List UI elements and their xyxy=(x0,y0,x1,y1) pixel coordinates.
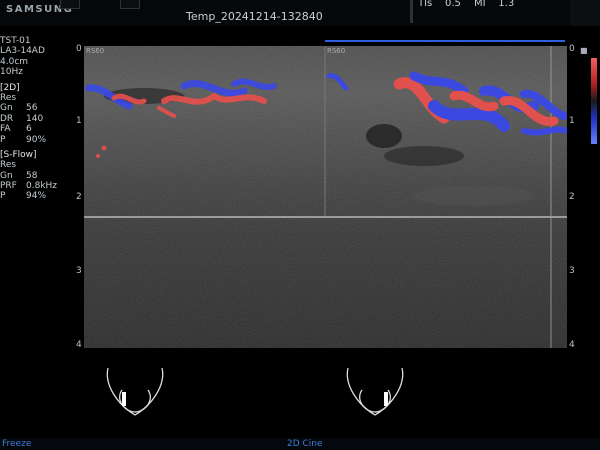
param-dr: DR 140 xyxy=(0,113,44,124)
divider xyxy=(410,0,413,23)
ultrasound-image[interactable]: RS60 RS60 xyxy=(84,46,567,348)
param-fa: FA 6 xyxy=(0,124,32,135)
right-panel-label: RS60 xyxy=(327,47,345,55)
scan-parameters: TST-01 LA3-14AD 4.0cm 10Hz [2D] Res Gn 56… xyxy=(0,36,80,202)
color-flow-bar xyxy=(591,58,597,144)
cine-status[interactable]: 2D Cine xyxy=(287,439,323,449)
mi-readout: MI 1.3 xyxy=(474,0,515,9)
tis-readout: TIs 0.5 xyxy=(418,0,461,9)
param-line: 10Hz xyxy=(0,67,23,78)
body-marker-right[interactable] xyxy=(340,360,410,420)
status-bar: Freeze 2D Cine xyxy=(0,438,600,450)
section-sflow: [S-Flow] xyxy=(0,149,37,160)
tab-icon[interactable] xyxy=(120,0,140,9)
active-panel-indicator xyxy=(325,40,565,42)
left-panel-label: RS60 xyxy=(86,47,104,55)
param-gn-flow: Gn 58 xyxy=(0,170,38,181)
freeze-status[interactable]: Freeze xyxy=(2,439,31,449)
body-marker-left[interactable] xyxy=(100,360,170,420)
param-p-2d: P 90% xyxy=(0,134,47,145)
top-bar: SAMSUNG Temp_20241214-132840 TIs 0.5 MI … xyxy=(0,0,600,26)
section-2d: [2D] xyxy=(0,82,20,93)
param-line: 4.0cm xyxy=(0,56,29,67)
param-gn-2d: Gn 56 xyxy=(0,103,38,114)
depth-scale-right: 0 1 2 3 4 xyxy=(569,44,575,350)
file-name: Temp_20241214-132840 xyxy=(186,10,323,23)
top-right-panel xyxy=(570,0,600,26)
param-prf: PRF 0.8kHz xyxy=(0,181,58,192)
param-line: Res xyxy=(0,160,17,171)
param-line: LA3-14AD xyxy=(0,46,45,57)
param-p-flow: P 94% xyxy=(0,191,47,202)
colorbar-icon: ■ xyxy=(580,46,588,55)
tab-icon[interactable] xyxy=(60,0,80,9)
param-line: Res xyxy=(0,92,17,103)
param-line: TST-01 xyxy=(0,36,31,46)
